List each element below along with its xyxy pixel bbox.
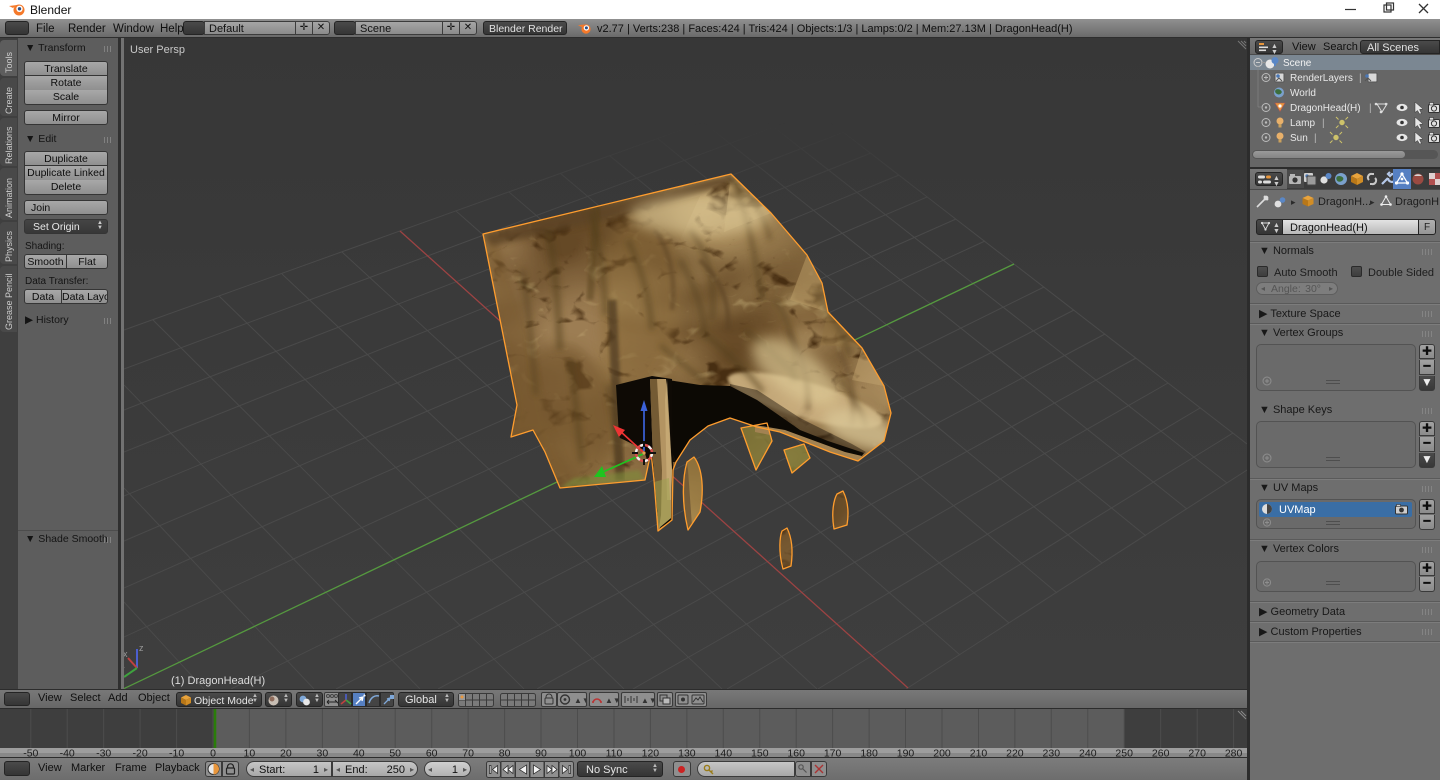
- svg-text:Sun: Sun: [1290, 133, 1308, 144]
- svg-text:▼: ▼: [1271, 49, 1278, 54]
- svg-text:RenderLayers: RenderLayers: [1290, 73, 1353, 84]
- svg-text:User Persp: User Persp: [130, 44, 185, 56]
- svg-text:DragonHead(H): DragonHead(H): [1290, 103, 1361, 114]
- svg-text:|: |: [1314, 133, 1317, 144]
- svg-text:World: World: [1290, 88, 1316, 99]
- svg-text:|: |: [1322, 118, 1325, 129]
- svg-text:▲▼: ▲▼: [605, 696, 618, 705]
- svg-text:▼: ▼: [1273, 228, 1280, 234]
- svg-text:|: |: [1359, 73, 1362, 84]
- svg-text:Scene: Scene: [1283, 58, 1312, 69]
- svg-text:|: |: [1369, 103, 1372, 114]
- svg-text:▸: ▸: [1291, 197, 1296, 207]
- svg-text:y: y: [124, 664, 125, 674]
- svg-text:▲▼: ▲▼: [641, 696, 654, 705]
- svg-text:▼: ▼: [1273, 181, 1280, 186]
- svg-text:x: x: [124, 649, 128, 659]
- svg-text:z: z: [139, 643, 144, 653]
- svg-text:▲▼: ▲▼: [574, 696, 586, 705]
- svg-text:(1) DragonHead(H): (1) DragonHead(H): [171, 675, 265, 687]
- svg-text:▸: ▸: [1370, 197, 1375, 207]
- svg-text:DragonH...: DragonH...: [1318, 196, 1371, 208]
- svg-text:Lamp: Lamp: [1290, 118, 1315, 129]
- svg-text:DragonH...: DragonH...: [1395, 196, 1440, 208]
